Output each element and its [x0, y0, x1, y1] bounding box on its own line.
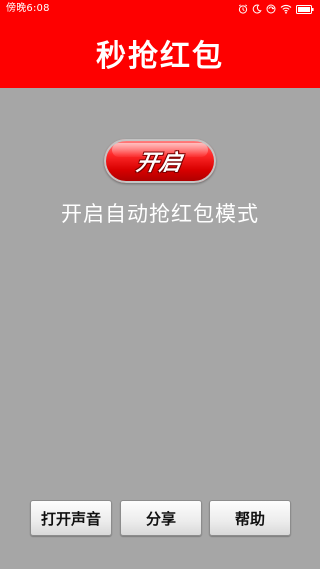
moon-icon: [252, 4, 262, 14]
share-button[interactable]: 分享: [120, 500, 202, 536]
start-toggle-label: 开启: [134, 151, 185, 176]
sync-icon: [266, 4, 276, 14]
battery-icon: [296, 4, 314, 14]
status-time: 傍晚6:08: [6, 3, 50, 14]
alarm-icon: [238, 4, 248, 14]
bottom-action-bar: 打开声音 分享 帮助: [0, 500, 320, 536]
page-title: 秒抢红包: [96, 39, 224, 74]
status-bar: 傍晚6:08: [0, 0, 320, 18]
title-bar: 秒抢红包: [0, 18, 320, 88]
sound-toggle-button[interactable]: 打开声音: [30, 500, 112, 536]
status-icons: [238, 4, 314, 14]
wifi-icon: [280, 4, 292, 14]
start-toggle-button[interactable]: 开启: [104, 139, 216, 183]
main-content: 开启 开启自动抢红包模式 打开声音 分享 帮助: [0, 88, 320, 569]
mode-status-text: 开启自动抢红包模式: [61, 202, 259, 226]
help-button[interactable]: 帮助: [209, 500, 291, 536]
